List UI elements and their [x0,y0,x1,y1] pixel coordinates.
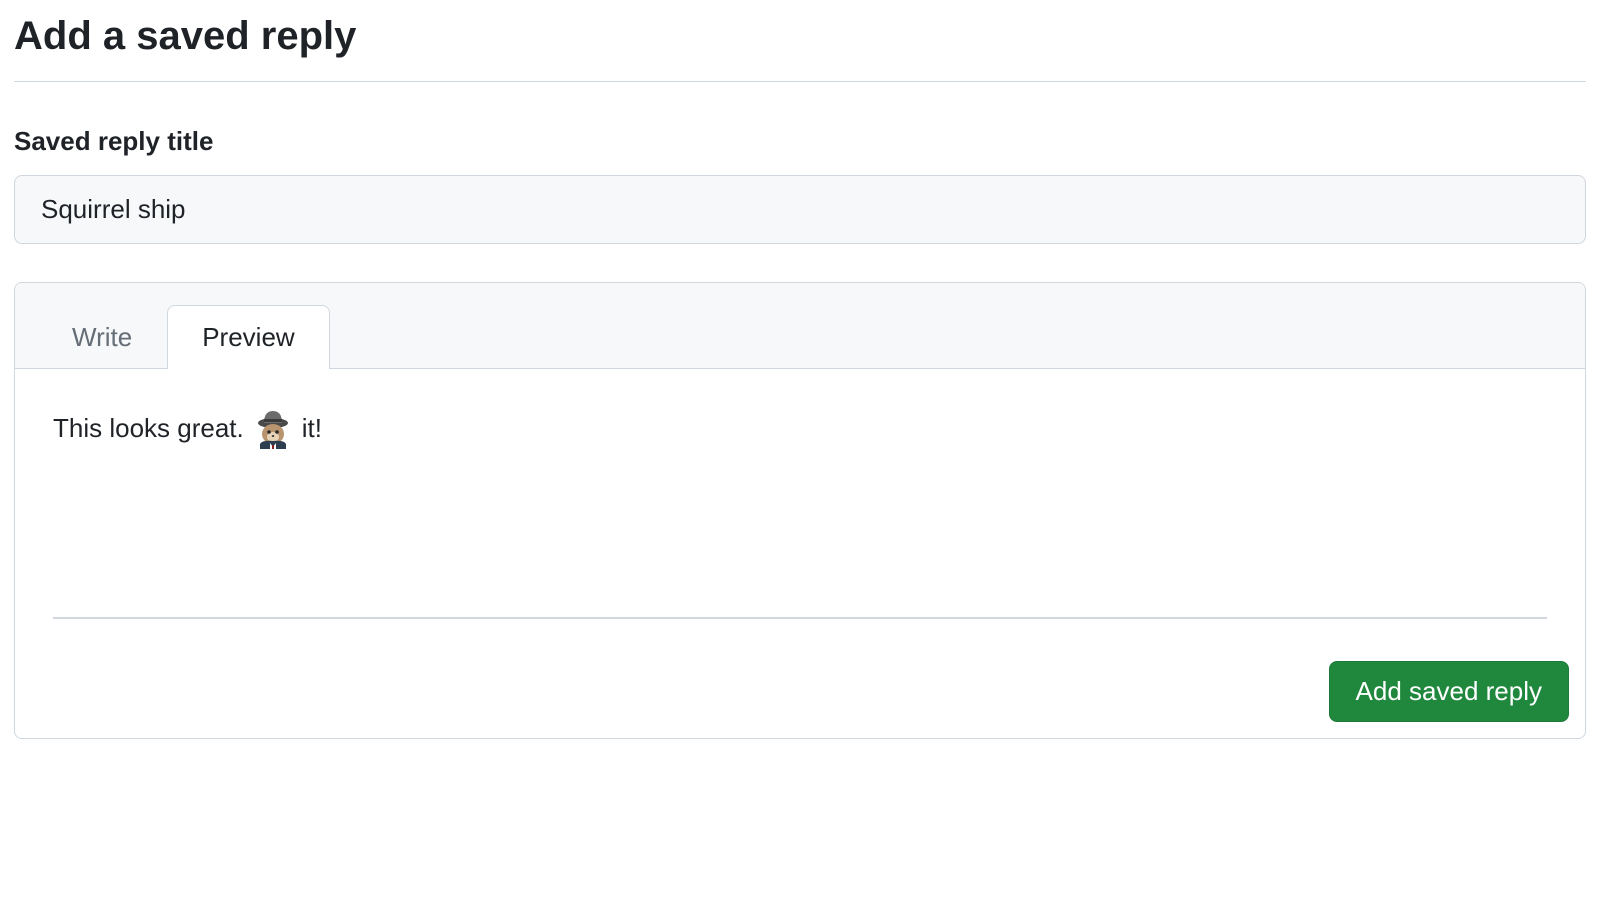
title-input[interactable] [14,175,1586,244]
preview-text-before: This looks great. [53,409,244,448]
tab-write[interactable]: Write [37,305,167,369]
page-title: Add a saved reply [14,14,1586,82]
title-label: Saved reply title [14,126,1586,157]
add-saved-reply-button[interactable]: Add saved reply [1329,661,1569,722]
comment-box: Write Preview This looks great. [14,282,1586,739]
divider [53,617,1547,619]
title-field: Saved reply title [14,126,1586,282]
tab-header: Write Preview [15,283,1585,369]
tab-preview[interactable]: Preview [167,305,329,369]
form-actions: Add saved reply [15,661,1585,738]
preview-body: This looks great. [15,369,1585,661]
preview-content: This looks great. [53,407,1547,617]
preview-text-after: it! [302,409,322,448]
shipit-squirrel-icon [252,407,294,449]
